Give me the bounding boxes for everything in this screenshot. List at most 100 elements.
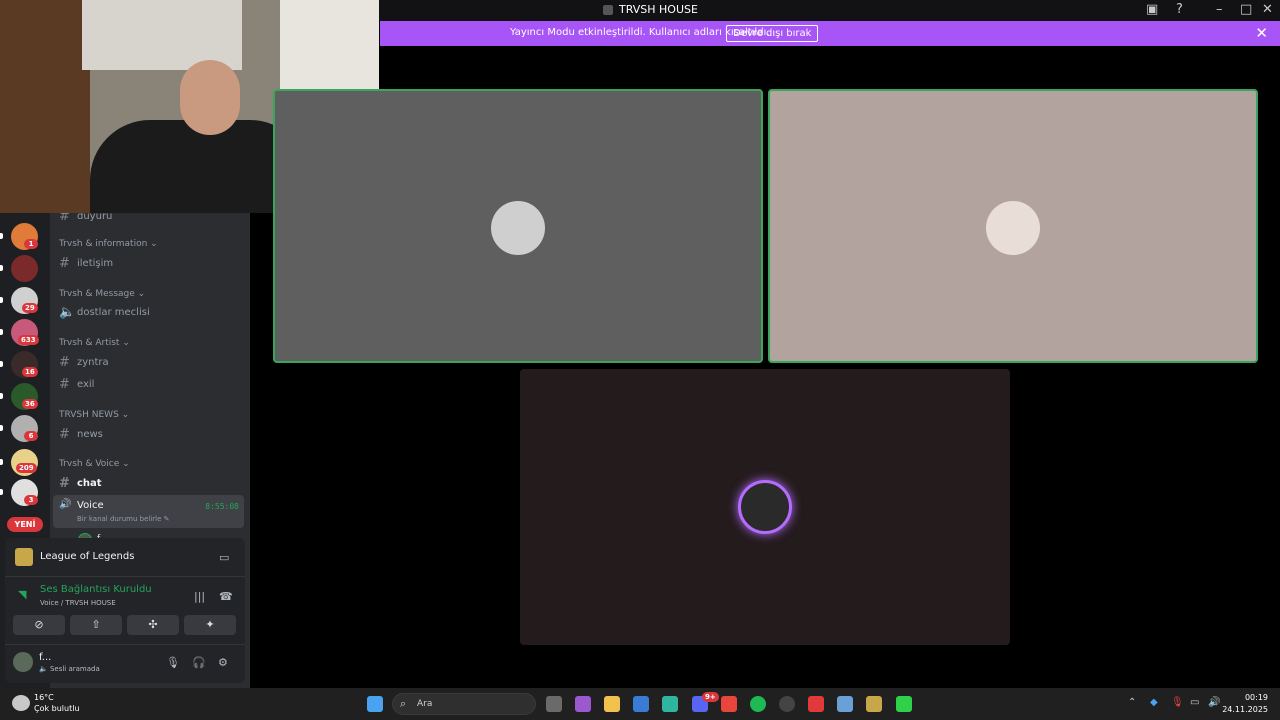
- unread-indicator: [0, 265, 3, 271]
- wall-shape: [82, 0, 242, 70]
- activities-button[interactable]: ✣: [127, 615, 179, 635]
- category-news[interactable]: TRVSH NEWS ⌄: [59, 410, 129, 420]
- voice-duration: 8:55:08: [205, 502, 239, 511]
- activity-game: League of Legends: [40, 551, 135, 562]
- video-tile[interactable]: [520, 369, 1010, 645]
- channel-dostlar-meclisi[interactable]: 🔈 dostlar meclisi: [59, 305, 150, 320]
- mention-badge: 6: [24, 431, 38, 441]
- divider: [5, 576, 245, 577]
- steam-icon[interactable]: [779, 696, 795, 712]
- mention-badge: 1: [24, 239, 38, 249]
- unread-indicator: [0, 489, 3, 495]
- new-badge[interactable]: YENİ: [7, 517, 43, 532]
- username[interactable]: f...: [39, 652, 51, 663]
- server-icon: [603, 4, 613, 15]
- voice-channel[interactable]: 🔊 Voice 8:55:08 Bir kanal durumu belirle…: [53, 495, 244, 528]
- door-shape: [0, 0, 90, 213]
- spotify-icon[interactable]: [750, 696, 766, 712]
- app-icon[interactable]: [837, 696, 853, 712]
- defender-icon[interactable]: ◆: [1150, 697, 1158, 708]
- connection-channel[interactable]: Voice / TRVSH HOUSE: [40, 599, 116, 607]
- mention-badge: 29: [22, 303, 38, 313]
- screen-share-button[interactable]: ⇧: [70, 615, 122, 635]
- user-panel: League of Legends ▭ ◥ Ses Bağlantısı Kur…: [5, 538, 245, 683]
- category-information[interactable]: Trvsh & information ⌄: [59, 239, 158, 249]
- obs-icon[interactable]: [896, 696, 912, 712]
- stream-game-icon[interactable]: ▭: [219, 551, 229, 564]
- video-tile[interactable]: [273, 89, 763, 363]
- file-explorer-icon[interactable]: [604, 696, 620, 712]
- weather-icon[interactable]: [12, 695, 30, 711]
- unread-indicator: [0, 297, 3, 303]
- unread-indicator: [0, 459, 3, 465]
- face-shape: [180, 60, 240, 135]
- minimize-button[interactable]: –: [1216, 2, 1223, 17]
- start-icon[interactable]: [367, 696, 383, 712]
- unread-indicator: [0, 393, 3, 399]
- inbox-icon[interactable]: ▣: [1146, 2, 1158, 17]
- riot-client-icon[interactable]: [808, 696, 824, 712]
- microphone-icon[interactable]: 🎙: [166, 656, 180, 669]
- chrome-icon[interactable]: [721, 696, 737, 712]
- taskbar: 16°C Çok bulutlu ⌕ Ara 9+ ⌃ ◆ 🎙 ▭ 🔊 00:1…: [0, 688, 1280, 720]
- edge-icon[interactable]: [662, 696, 678, 712]
- search-box[interactable]: ⌕ Ara: [392, 693, 536, 715]
- channel-exil[interactable]: # exil: [59, 377, 94, 392]
- category-voice[interactable]: Trvsh & Voice ⌄: [59, 459, 130, 469]
- disconnect-icon[interactable]: ☎: [219, 590, 233, 603]
- hash-icon: #: [59, 377, 70, 392]
- weather-desc[interactable]: Çok bulutlu: [34, 704, 80, 713]
- channel-chat[interactable]: # chat: [59, 476, 102, 491]
- user-avatar[interactable]: [13, 652, 33, 672]
- weather-temp[interactable]: 16°C: [34, 693, 54, 702]
- search-placeholder: Ara: [417, 699, 433, 709]
- channel-zyntra[interactable]: # zyntra: [59, 355, 109, 370]
- category-artist[interactable]: Trvsh & Artist ⌄: [59, 338, 130, 348]
- volume-icon[interactable]: 🔊: [1208, 697, 1220, 708]
- league-of-legends-icon[interactable]: [866, 696, 882, 712]
- copilot-icon[interactable]: [575, 696, 591, 712]
- connection-icon: ◥: [18, 588, 27, 601]
- streamer-mode-banner: Yayıncı Modu etkinleştirildi. Kullanıcı …: [380, 21, 1280, 46]
- window-title: TRVSH HOUSE: [603, 3, 698, 16]
- unread-indicator: [0, 329, 3, 335]
- unread-indicator: [0, 233, 3, 239]
- close-banner-icon[interactable]: ✕: [1255, 24, 1268, 42]
- help-icon[interactable]: ?: [1176, 2, 1183, 17]
- connection-status[interactable]: Ses Bağlantısı Kuruldu: [40, 584, 152, 595]
- divider: [5, 644, 245, 645]
- channel-iletisim[interactable]: # iletişim: [59, 256, 113, 271]
- search-icon: ⌕: [400, 697, 407, 710]
- participant-avatar: [738, 480, 792, 534]
- voice-channel-name: Voice: [77, 500, 104, 511]
- channel-news[interactable]: # news: [59, 427, 103, 442]
- unread-indicator: [0, 361, 3, 367]
- close-window-button[interactable]: ✕: [1262, 2, 1273, 17]
- camera-button[interactable]: ⊘: [13, 615, 65, 635]
- participant-avatar: [986, 201, 1040, 255]
- participant-avatar: [491, 201, 545, 255]
- speaker-icon: 🔊: [59, 499, 72, 510]
- video-tile[interactable]: [768, 89, 1258, 363]
- disable-streamer-mode-button[interactable]: Devre dışı bırak: [726, 25, 819, 42]
- speaker-icon: 🔈: [59, 305, 76, 320]
- mention-badge: 209: [16, 463, 37, 473]
- user-status: 🔈 Sesli aramada: [39, 665, 100, 673]
- chevron-up-icon[interactable]: ⌃: [1128, 697, 1136, 708]
- maximize-button[interactable]: □: [1240, 2, 1252, 17]
- game-icon: [15, 548, 33, 566]
- clock[interactable]: 00:19 24.11.2025: [1222, 692, 1268, 716]
- hash-icon: #: [59, 427, 70, 442]
- store-icon[interactable]: [633, 696, 649, 712]
- microphone-tray-icon[interactable]: 🎙: [1171, 697, 1184, 708]
- set-channel-status[interactable]: Bir kanal durumu belirle ✎: [77, 515, 170, 523]
- category-message[interactable]: Trvsh & Message ⌄: [59, 289, 145, 299]
- server-icon[interactable]: [11, 255, 38, 282]
- noise-suppression-icon[interactable]: |||: [194, 590, 205, 603]
- headphones-icon[interactable]: 🎧: [192, 656, 206, 669]
- settings-gear-icon[interactable]: ⚙: [218, 656, 228, 669]
- network-icon[interactable]: ▭: [1190, 697, 1199, 708]
- task-view-icon[interactable]: [546, 696, 562, 712]
- hash-icon: #: [59, 355, 70, 370]
- soundboard-button[interactable]: ✦: [184, 615, 236, 635]
